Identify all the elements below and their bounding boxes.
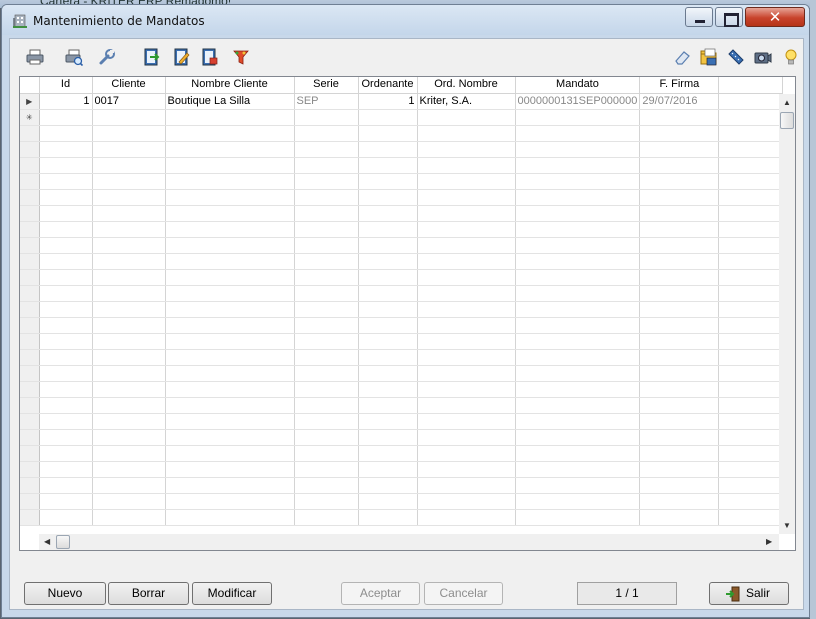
column-header-mandato[interactable]: Mandato — [515, 77, 641, 94]
salir-button[interactable]: Salir — [709, 582, 789, 605]
borrar-label: Borrar — [131, 586, 166, 600]
nuevo-button[interactable]: Nuevo — [24, 582, 106, 605]
empty-row — [20, 189, 784, 206]
column-header-nombre-cliente[interactable]: Nombre Cliente — [165, 77, 295, 94]
toolbar — [10, 39, 803, 73]
cell-f-firma[interactable]: 29/07/2016 — [639, 93, 720, 110]
client-area: Id Cliente Nombre Cliente Serie Ordenant… — [9, 38, 804, 610]
minimize-button[interactable] — [685, 7, 713, 27]
filter-icon[interactable] — [232, 48, 250, 66]
maximize-icon — [716, 8, 742, 27]
print-preview-icon[interactable] — [65, 48, 83, 66]
empty-row — [20, 221, 784, 238]
empty-row — [20, 461, 784, 478]
mandatos-window: Mantenimiento de Mandatos ✕ Id Cliente N… — [1, 4, 810, 618]
column-header-id[interactable]: Id — [39, 77, 93, 94]
column-header-f-firma[interactable]: F. Firma — [639, 77, 720, 94]
modificar-button[interactable]: Modificar — [192, 582, 272, 605]
empty-row — [20, 413, 784, 430]
empty-row — [20, 205, 784, 222]
scroll-down-icon[interactable]: ▼ — [783, 521, 791, 530]
row-selector-current-icon[interactable]: ▶ — [20, 93, 40, 110]
print-icon[interactable] — [26, 48, 44, 66]
aceptar-button[interactable]: Aceptar — [341, 582, 420, 605]
folder-icon[interactable] — [700, 48, 718, 66]
cell-nombre-cliente[interactable]: Boutique La Silla — [165, 93, 295, 110]
nuevo-label: Nuevo — [47, 586, 83, 600]
building-icon — [13, 14, 27, 28]
empty-row — [20, 445, 784, 462]
wrench-icon[interactable] — [98, 48, 116, 66]
minimize-icon — [686, 8, 712, 26]
cancelar-button[interactable]: Cancelar — [424, 582, 503, 605]
modificar-label: Modificar — [207, 586, 257, 600]
exit-door-icon — [726, 586, 740, 602]
document-icon[interactable] — [201, 48, 219, 66]
horizontal-scrollbar[interactable]: ◀ ▶ — [39, 534, 779, 550]
salir-label: Salir — [745, 586, 770, 600]
eraser-icon[interactable] — [673, 48, 691, 66]
empty-row — [20, 365, 784, 382]
export-icon[interactable] — [143, 48, 161, 66]
cell-id[interactable]: 1 — [39, 93, 93, 110]
empty-row — [20, 253, 784, 270]
aceptar-label: Aceptar — [359, 586, 402, 600]
mandatos-grid[interactable]: Id Cliente Nombre Cliente Serie Ordenant… — [19, 76, 796, 551]
window-title: Mantenimiento de Mandatos — [33, 14, 205, 28]
grid-header-row: Id Cliente Nombre Cliente Serie Ordenant… — [20, 77, 784, 94]
empty-row — [20, 141, 784, 158]
cell-mandato[interactable]: 0000000131SEP000000 — [515, 93, 641, 110]
empty-row — [20, 285, 784, 302]
grid-table: Id Cliente Nombre Cliente Serie Ordenant… — [20, 77, 784, 526]
empty-row — [20, 381, 784, 398]
empty-row — [20, 125, 784, 142]
title-bar[interactable]: Mantenimiento de Mandatos ✕ — [2, 5, 809, 35]
lightbulb-icon[interactable] — [782, 48, 800, 66]
empty-row — [20, 237, 784, 254]
empty-row — [20, 317, 784, 334]
empty-row — [20, 173, 784, 190]
empty-row — [20, 509, 784, 526]
camera-icon[interactable] — [754, 48, 772, 66]
vertical-scrollbar[interactable]: ▲ ▼ — [779, 94, 795, 534]
grid-corner-cell — [20, 77, 40, 94]
cell-serie[interactable]: SEP — [294, 93, 359, 110]
record-counter: 1 / 1 — [577, 582, 677, 605]
cell-ordenante[interactable]: 1 — [358, 93, 418, 110]
empty-row — [20, 349, 784, 366]
new-row[interactable]: ✳ — [20, 109, 784, 126]
column-header-cliente[interactable]: Cliente — [92, 77, 166, 94]
new-row-asterisk-icon[interactable]: ✳ — [20, 109, 40, 126]
empty-row — [20, 397, 784, 414]
empty-row — [20, 477, 784, 494]
column-header-ordenante[interactable]: Ordenante — [358, 77, 418, 94]
empty-row — [20, 157, 784, 174]
scroll-left-icon[interactable]: ◀ — [44, 537, 50, 546]
close-icon: ✕ — [768, 8, 782, 26]
empty-row — [20, 333, 784, 350]
background-window-edge — [810, 0, 816, 619]
close-button[interactable]: ✕ — [745, 7, 805, 27]
empty-row — [20, 301, 784, 318]
table-row[interactable]: ▶ 1 0017 Boutique La Silla SEP 1 Kriter,… — [20, 93, 784, 110]
empty-row — [20, 493, 784, 510]
vertical-scroll-thumb[interactable] — [780, 112, 794, 129]
cell-filler — [718, 93, 784, 110]
scroll-right-icon[interactable]: ▶ — [766, 537, 772, 546]
horizontal-scroll-thumb[interactable] — [56, 535, 70, 549]
ruler-icon[interactable] — [727, 48, 745, 66]
scroll-up-icon[interactable]: ▲ — [783, 98, 791, 107]
cell-ord-nombre[interactable]: Kriter, S.A. — [417, 93, 516, 110]
column-header-ord-nombre[interactable]: Ord. Nombre — [417, 77, 516, 94]
cancelar-label: Cancelar — [439, 586, 488, 600]
cell-cliente[interactable]: 0017 — [92, 93, 166, 110]
column-header-serie[interactable]: Serie — [294, 77, 359, 94]
borrar-button[interactable]: Borrar — [108, 582, 189, 605]
maximize-button[interactable] — [715, 7, 743, 27]
column-header-filler — [718, 77, 784, 94]
edit-icon[interactable] — [173, 48, 191, 66]
empty-row — [20, 269, 784, 286]
empty-row — [20, 429, 784, 446]
